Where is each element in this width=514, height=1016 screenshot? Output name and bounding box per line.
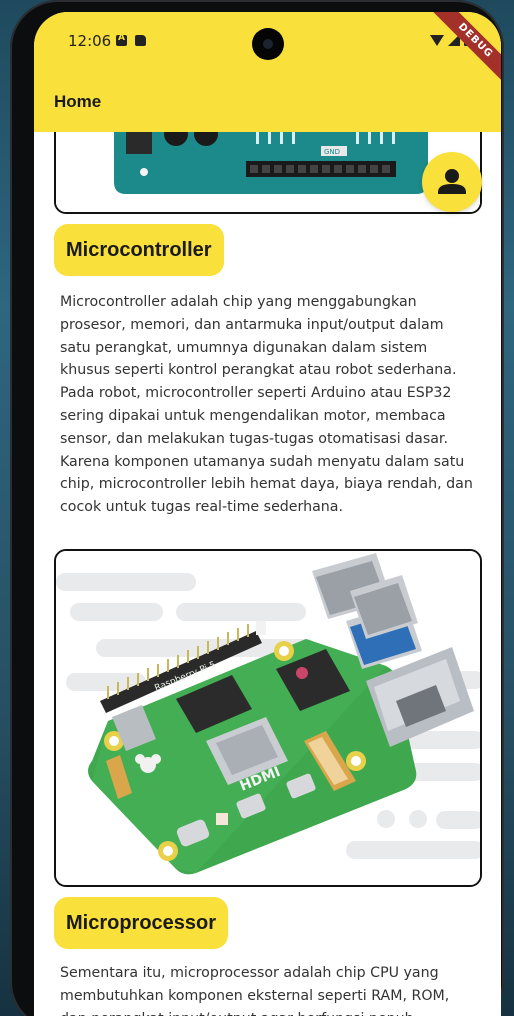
microprocessor-image-card: Raspberry Pi 5 HDMI <box>54 549 482 887</box>
phone-frame: 12:06 DEBUG Home <box>10 0 504 1016</box>
section-text-microcontroller: Microcontroller adalah chip yang menggab… <box>60 294 473 516</box>
section-text-microprocessor: Sementara itu, microprocessor adalah chi… <box>60 965 450 1016</box>
notification-a-icon <box>116 33 127 46</box>
front-camera <box>252 28 284 60</box>
person-icon <box>438 169 466 194</box>
profile-fab-button[interactable] <box>422 152 482 212</box>
raspberry-pi-image: Raspberry Pi 5 HDMI <box>56 551 480 885</box>
sd-card-icon <box>135 35 146 46</box>
debug-banner: DEBUG <box>426 12 501 90</box>
section-heading-microcontroller: Microcontroller <box>54 224 224 276</box>
wifi-icon <box>430 34 444 46</box>
app-screen: 12:06 DEBUG Home <box>34 12 501 1016</box>
notification-icons <box>116 33 146 46</box>
gnd-label: GND <box>324 148 340 156</box>
status-time: 12:06 <box>68 32 112 50</box>
app-bar: 12:06 DEBUG Home <box>34 12 501 132</box>
page-title: Home <box>54 92 102 111</box>
section-heading-microprocessor: Microprocessor <box>54 897 229 949</box>
